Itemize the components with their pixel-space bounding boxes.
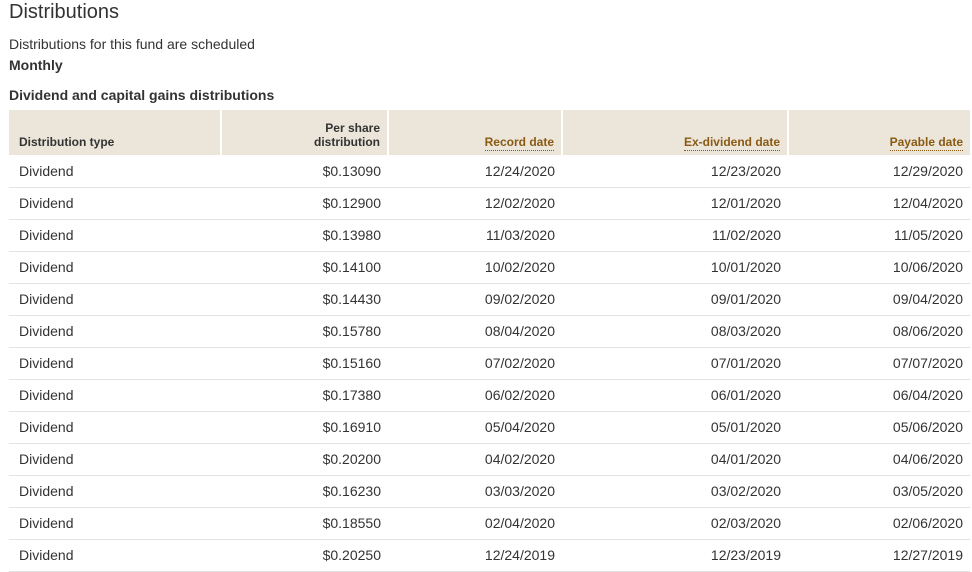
cell-distribution-type: Dividend	[9, 283, 221, 316]
cell-per-share-distribution: $0.13090	[221, 155, 388, 188]
cell-payable-date: 10/06/2020	[788, 251, 970, 284]
table-row: Dividend $0.13980 11/03/2020 11/02/2020 11/0…	[9, 219, 970, 252]
cell-payable-date: 12/29/2020	[788, 155, 970, 188]
cell-payable-date: 04/06/2020	[788, 443, 970, 476]
cell-ex-dividend-date: 12/01/2020	[562, 187, 788, 220]
table-row: Dividend $0.14100 10/02/2020 10/01/2020 10/0…	[9, 251, 970, 284]
cell-payable-date: 11/05/2020	[788, 219, 970, 252]
cell-ex-dividend-date: 11/02/2020	[562, 219, 788, 252]
cell-record-date: 12/24/2020	[388, 155, 562, 188]
cell-per-share-distribution: $0.14100	[221, 251, 388, 284]
table-row: Dividend $0.17380 06/02/2020 06/01/2020 06/0…	[9, 379, 970, 412]
cell-payable-date: 06/04/2020	[788, 379, 970, 412]
cell-payable-date: 03/05/2020	[788, 475, 970, 508]
cell-record-date: 02/04/2020	[388, 507, 562, 540]
schedule-description: Distributions for this fund are schedule…	[9, 36, 255, 52]
cell-per-share-distribution: $0.16230	[221, 475, 388, 508]
cell-ex-dividend-date: 12/23/2020	[562, 155, 788, 188]
cell-per-share-distribution: $0.20200	[221, 443, 388, 476]
cell-payable-date: 12/04/2020	[788, 187, 970, 220]
cell-per-share-distribution: $0.15780	[221, 315, 388, 348]
table-row: Dividend $0.13090 12/24/2020 12/23/2020 12/2…	[9, 155, 970, 188]
table-row: Dividend $0.15780 08/04/2020 08/03/2020 08/0…	[9, 315, 970, 348]
cell-distribution-type: Dividend	[9, 251, 221, 284]
schedule-frequency: Monthly	[9, 57, 63, 73]
table-body: Dividend $0.13090 12/24/2020 12/23/2020 12/2…	[9, 155, 970, 572]
cell-ex-dividend-date: 12/23/2019	[562, 539, 788, 572]
cell-record-date: 08/04/2020	[388, 315, 562, 348]
cell-per-share-distribution: $0.20250	[221, 539, 388, 572]
cell-payable-date: 12/27/2019	[788, 539, 970, 572]
cell-payable-date: 07/07/2020	[788, 347, 970, 380]
table-row: Dividend $0.16910 05/04/2020 05/01/2020 05/0…	[9, 411, 970, 444]
cell-distribution-type: Dividend	[9, 187, 221, 220]
cell-per-share-distribution: $0.18550	[221, 507, 388, 540]
cell-payable-date: 05/06/2020	[788, 411, 970, 444]
table-row: Dividend $0.20250 12/24/2019 12/23/2019 12/2…	[9, 539, 970, 572]
column-header-label: Distribution type	[19, 135, 115, 149]
cell-ex-dividend-date: 07/01/2020	[562, 347, 788, 380]
cell-distribution-type: Dividend	[9, 379, 221, 412]
page-title: Distributions	[9, 1, 120, 23]
cell-per-share-distribution: $0.12900	[221, 187, 388, 220]
cell-ex-dividend-date: 09/01/2020	[562, 283, 788, 316]
sort-link-ex-dividend-date[interactable]: Ex-dividend date	[683, 135, 780, 151]
cell-distribution-type: Dividend	[9, 155, 221, 188]
cell-distribution-type: Dividend	[9, 219, 221, 252]
cell-distribution-type: Dividend	[9, 347, 221, 380]
cell-per-share-distribution: $0.17380	[221, 379, 388, 412]
cell-ex-dividend-date: 06/01/2020	[562, 379, 788, 412]
column-header-label-line2: distribution	[314, 135, 380, 149]
cell-per-share-distribution: $0.14430	[221, 283, 388, 316]
column-header-per-share-distribution: Per share distribution	[220, 110, 388, 155]
table-header: Distribution type Per share distribution…	[9, 110, 970, 155]
table-row: Dividend $0.14430 09/02/2020 09/01/2020 09/0…	[9, 283, 970, 316]
cell-ex-dividend-date: 10/01/2020	[562, 251, 788, 284]
cell-record-date: 12/24/2019	[388, 539, 562, 572]
cell-distribution-type: Dividend	[9, 539, 221, 572]
cell-record-date: 11/03/2020	[388, 219, 562, 252]
cell-ex-dividend-date: 02/03/2020	[562, 507, 788, 540]
cell-payable-date: 02/06/2020	[788, 507, 970, 540]
cell-record-date: 04/02/2020	[388, 443, 562, 476]
cell-distribution-type: Dividend	[9, 475, 221, 508]
table-row: Dividend $0.20200 04/02/2020 04/01/2020 04/0…	[9, 443, 970, 476]
cell-payable-date: 08/06/2020	[788, 315, 970, 348]
cell-ex-dividend-date: 08/03/2020	[562, 315, 788, 348]
table-row: Dividend $0.12900 12/02/2020 12/01/2020 12/0…	[9, 187, 970, 220]
cell-ex-dividend-date: 05/01/2020	[562, 411, 788, 444]
column-header-label-line1: Per share	[325, 121, 380, 135]
column-header-ex-dividend-date[interactable]: Ex-dividend date	[561, 110, 788, 155]
cell-payable-date: 09/04/2020	[788, 283, 970, 316]
sort-link-record-date[interactable]: Record date	[484, 135, 554, 151]
cell-ex-dividend-date: 03/02/2020	[562, 475, 788, 508]
table-header-row: Distribution type Per share distribution…	[9, 110, 970, 155]
cell-per-share-distribution: $0.15160	[221, 347, 388, 380]
cell-distribution-type: Dividend	[9, 411, 221, 444]
cell-record-date: 09/02/2020	[388, 283, 562, 316]
cell-record-date: 06/02/2020	[388, 379, 562, 412]
sort-link-payable-date[interactable]: Payable date	[889, 135, 963, 151]
column-header-payable-date[interactable]: Payable date	[787, 110, 970, 155]
cell-record-date: 03/03/2020	[388, 475, 562, 508]
table-row: Dividend $0.18550 02/04/2020 02/03/2020 02/0…	[9, 507, 970, 540]
column-header-record-date[interactable]: Record date	[387, 110, 562, 155]
cell-per-share-distribution: $0.13980	[221, 219, 388, 252]
table-row: Dividend $0.16230 03/03/2020 03/02/2020 03/0…	[9, 475, 970, 508]
cell-ex-dividend-date: 04/01/2020	[562, 443, 788, 476]
cell-distribution-type: Dividend	[9, 443, 221, 476]
section-title: Dividend and capital gains distributions	[9, 87, 275, 103]
cell-distribution-type: Dividend	[9, 315, 221, 348]
cell-record-date: 07/02/2020	[388, 347, 562, 380]
cell-record-date: 05/04/2020	[388, 411, 562, 444]
cell-record-date: 12/02/2020	[388, 187, 562, 220]
table-row: Dividend $0.15160 07/02/2020 07/01/2020 07/0…	[9, 347, 970, 380]
cell-per-share-distribution: $0.16910	[221, 411, 388, 444]
column-header-distribution-type: Distribution type	[9, 110, 221, 155]
distributions-table: Distribution type Per share distribution…	[9, 110, 970, 572]
cell-distribution-type: Dividend	[9, 507, 221, 540]
cell-record-date: 10/02/2020	[388, 251, 562, 284]
